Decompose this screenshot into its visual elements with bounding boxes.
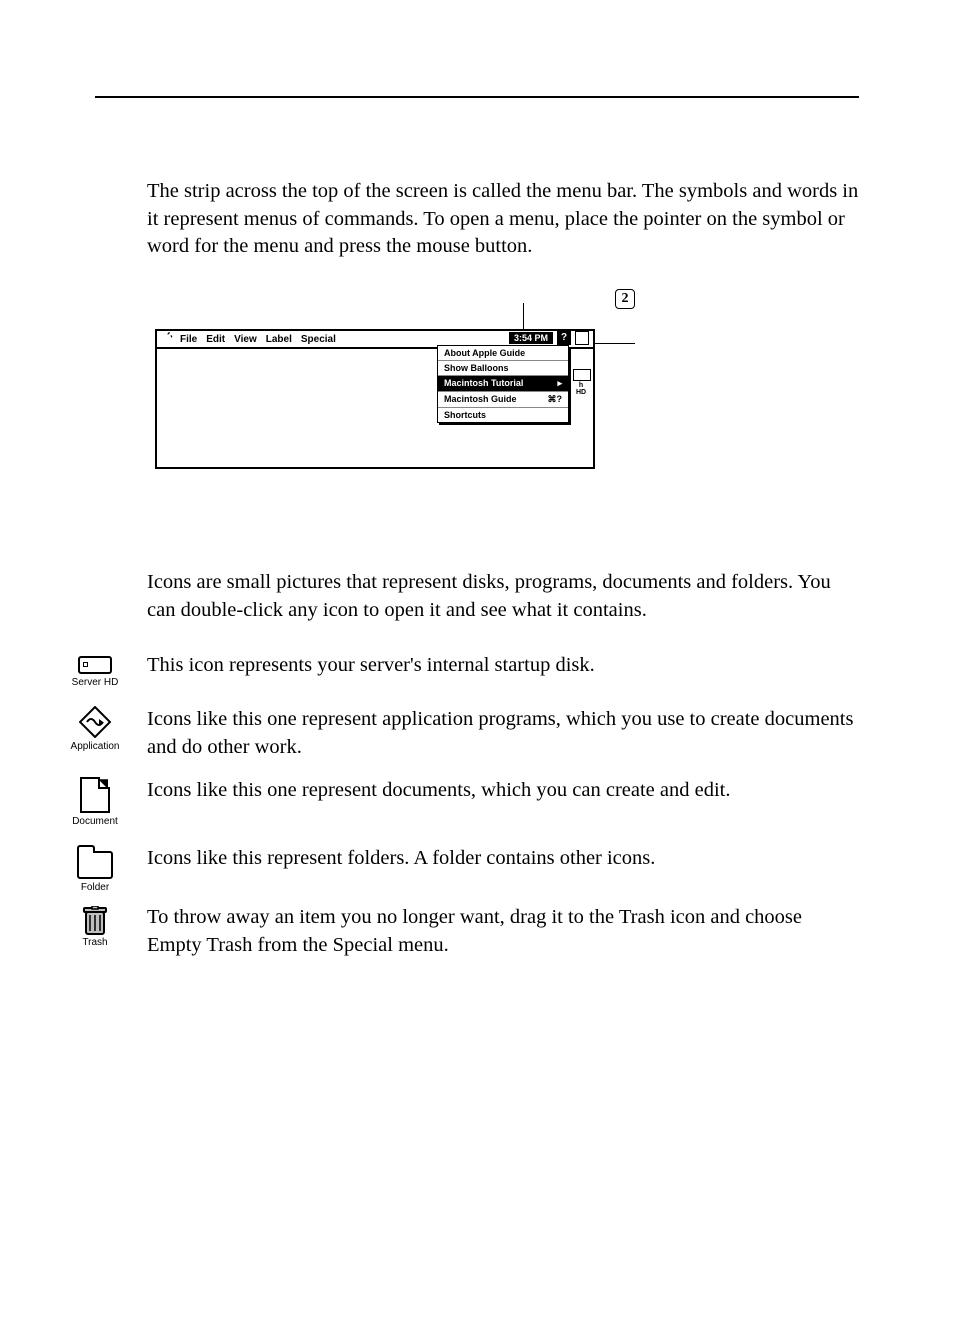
- callout-leader-vertical: [523, 303, 524, 329]
- menubar-figure: 2 File Edit View Label Special 3:54 PM ?: [155, 289, 859, 479]
- folder-text: Icons like this represent folders. A fol…: [147, 845, 859, 873]
- mac-screenshot: File Edit View Label Special 3:54 PM ? A…: [155, 329, 595, 469]
- row-document: Document Icons like this one represent d…: [95, 777, 859, 829]
- menu-item-macintosh-guide[interactable]: Macintosh Guide⌘?: [438, 392, 568, 408]
- menubar-clock: 3:54 PM: [509, 332, 553, 344]
- icons-intro-paragraph: Icons are small pictures that represent …: [147, 569, 859, 624]
- menu-view[interactable]: View: [234, 334, 257, 345]
- server-hd-text: This icon represents your server's inter…: [147, 652, 859, 680]
- callout-leader-horizontal: [595, 343, 635, 344]
- menu-special[interactable]: Special: [301, 334, 336, 345]
- row-server-hd: Server HD This icon represents your serv…: [95, 652, 859, 690]
- row-application: Application Icons like this one represen…: [95, 706, 859, 761]
- menu-edit[interactable]: Edit: [206, 334, 225, 345]
- help-menu-icon[interactable]: ?: [557, 331, 571, 345]
- application-label: Application: [65, 740, 125, 754]
- row-trash: Trash To throw away an item you no longe…: [95, 904, 859, 959]
- application-text: Icons like this one represent applicatio…: [147, 706, 859, 761]
- help-menu-dropdown: About Apple Guide Show Balloons Macintos…: [437, 345, 569, 423]
- folder-label: Folder: [65, 881, 125, 895]
- row-folder: Folder Icons like this represent folders…: [95, 845, 859, 895]
- menu-file[interactable]: File: [180, 334, 197, 345]
- application-menu-icon[interactable]: [575, 331, 589, 345]
- apple-menu-icon[interactable]: [163, 332, 174, 347]
- document-icon: [80, 777, 110, 813]
- trash-label: Trash: [65, 936, 125, 950]
- callout-number-2: 2: [615, 289, 635, 309]
- menu-item-macintosh-tutorial[interactable]: Macintosh Tutorial▸: [438, 376, 568, 392]
- server-hd-icon: [78, 656, 112, 674]
- document-label: Document: [65, 815, 125, 829]
- desktop-disk-icon[interactable]: h HD: [573, 369, 589, 396]
- intro-paragraph: The strip across the top of the screen i…: [147, 178, 859, 261]
- trash-icon: [83, 906, 107, 934]
- menu-item-show-balloons[interactable]: Show Balloons: [438, 361, 568, 376]
- folder-icon: [77, 851, 113, 879]
- menu-item-shortcuts[interactable]: Shortcuts: [438, 408, 568, 422]
- trash-text: To throw away an item you no longer want…: [147, 904, 859, 959]
- menu-label[interactable]: Label: [266, 334, 292, 345]
- server-hd-label: Server HD: [65, 676, 125, 690]
- menu-item-about-apple-guide[interactable]: About Apple Guide: [438, 346, 568, 361]
- horizontal-rule: [95, 96, 859, 98]
- application-icon: [79, 706, 111, 738]
- document-text: Icons like this one represent documents,…: [147, 777, 859, 805]
